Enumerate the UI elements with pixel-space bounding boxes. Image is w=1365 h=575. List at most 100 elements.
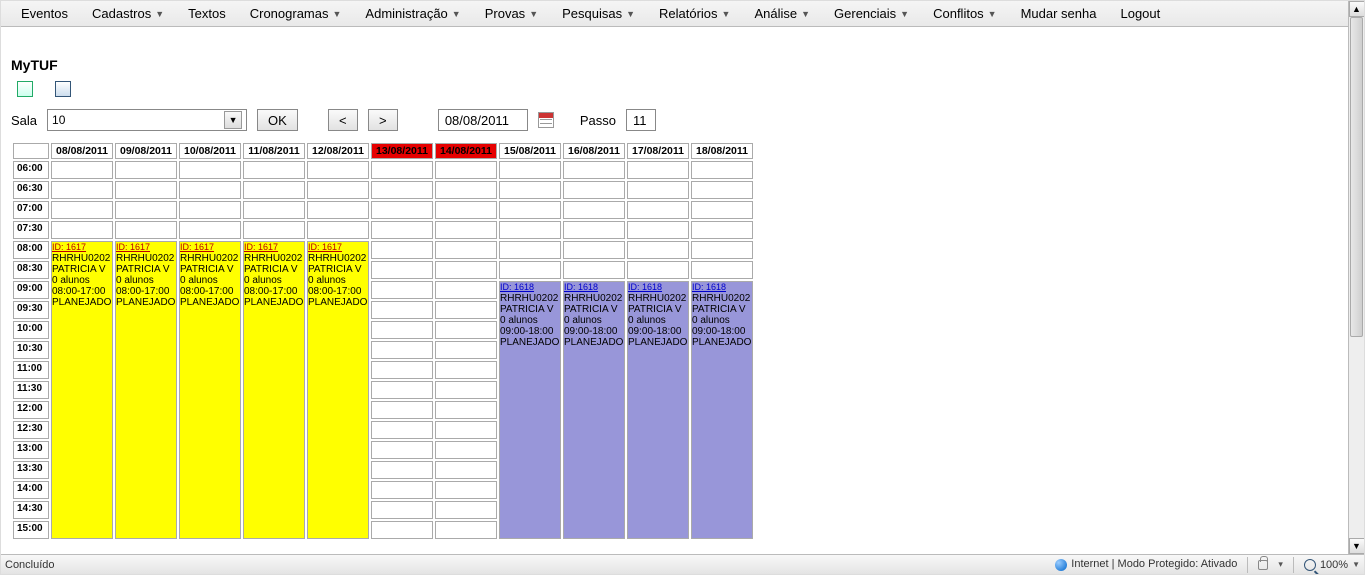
date-header[interactable]: 13/08/2011 <box>371 143 433 159</box>
empty-slot[interactable] <box>371 361 433 379</box>
date-header[interactable]: 08/08/2011 <box>51 143 113 159</box>
date-header[interactable]: 15/08/2011 <box>499 143 561 159</box>
menu-relatórios[interactable]: Relatórios ▼ <box>649 3 740 24</box>
empty-slot[interactable] <box>563 221 625 239</box>
event-id-link[interactable]: ID: 1617 <box>308 242 342 252</box>
empty-slot[interactable] <box>371 341 433 359</box>
empty-slot[interactable] <box>435 441 497 459</box>
empty-slot[interactable] <box>435 161 497 179</box>
empty-slot[interactable] <box>499 261 561 279</box>
chevron-down-icon[interactable]: ▼ <box>1352 560 1360 569</box>
empty-slot[interactable] <box>243 181 305 199</box>
event-block[interactable]: ID: 1617RHRHU0202PATRICIA V0 alunos08:00… <box>179 241 241 539</box>
empty-slot[interactable] <box>627 221 689 239</box>
empty-slot[interactable] <box>115 201 177 219</box>
empty-slot[interactable] <box>563 161 625 179</box>
empty-slot[interactable] <box>563 181 625 199</box>
empty-slot[interactable] <box>435 361 497 379</box>
empty-slot[interactable] <box>435 241 497 259</box>
empty-slot[interactable] <box>179 161 241 179</box>
empty-slot[interactable] <box>371 221 433 239</box>
empty-slot[interactable] <box>371 301 433 319</box>
empty-slot[interactable] <box>435 401 497 419</box>
empty-slot[interactable] <box>51 161 113 179</box>
menu-eventos[interactable]: Eventos <box>11 3 78 24</box>
empty-slot[interactable] <box>371 481 433 499</box>
empty-slot[interactable] <box>179 201 241 219</box>
menu-administração[interactable]: Administração ▼ <box>355 3 470 24</box>
empty-slot[interactable] <box>563 201 625 219</box>
empty-slot[interactable] <box>51 201 113 219</box>
menu-análise[interactable]: Análise ▼ <box>744 3 820 24</box>
prev-button[interactable]: < <box>328 109 358 131</box>
empty-slot[interactable] <box>435 281 497 299</box>
chevron-down-icon[interactable]: ▼ <box>224 111 242 129</box>
empty-slot[interactable] <box>243 201 305 219</box>
empty-slot[interactable] <box>691 201 753 219</box>
event-id-link[interactable]: ID: 1617 <box>52 242 86 252</box>
excel-icon[interactable] <box>17 81 33 97</box>
menu-provas[interactable]: Provas ▼ <box>475 3 548 24</box>
calendar-icon[interactable] <box>538 112 554 128</box>
event-block[interactable]: ID: 1618RHRHU0202PATRICIA V0 alunos09:00… <box>627 281 689 539</box>
date-header[interactable]: 10/08/2011 <box>179 143 241 159</box>
event-block[interactable]: ID: 1618RHRHU0202PATRICIA V0 alunos09:00… <box>691 281 753 539</box>
empty-slot[interactable] <box>115 181 177 199</box>
empty-slot[interactable] <box>51 181 113 199</box>
vertical-scrollbar[interactable]: ▲ ▼ <box>1348 1 1364 554</box>
menu-cadastros[interactable]: Cadastros ▼ <box>82 3 174 24</box>
empty-slot[interactable] <box>307 221 369 239</box>
event-id-link[interactable]: ID: 1618 <box>500 282 534 292</box>
event-block[interactable]: ID: 1617RHRHU0202PATRICIA V0 alunos08:00… <box>243 241 305 539</box>
empty-slot[interactable] <box>627 181 689 199</box>
empty-slot[interactable] <box>691 221 753 239</box>
empty-slot[interactable] <box>307 201 369 219</box>
empty-slot[interactable] <box>499 161 561 179</box>
menu-mudar-senha[interactable]: Mudar senha <box>1011 3 1107 24</box>
event-id-link[interactable]: ID: 1618 <box>564 282 598 292</box>
empty-slot[interactable] <box>499 181 561 199</box>
menu-gerenciais[interactable]: Gerenciais ▼ <box>824 3 919 24</box>
empty-slot[interactable] <box>435 261 497 279</box>
date-input[interactable]: 08/08/2011 <box>438 109 528 131</box>
event-id-link[interactable]: ID: 1617 <box>116 242 150 252</box>
empty-slot[interactable] <box>371 521 433 539</box>
event-block[interactable]: ID: 1617RHRHU0202PATRICIA V0 alunos08:00… <box>51 241 113 539</box>
scroll-down-icon[interactable]: ▼ <box>1349 538 1365 554</box>
empty-slot[interactable] <box>435 181 497 199</box>
empty-slot[interactable] <box>115 221 177 239</box>
date-header[interactable]: 16/08/2011 <box>563 143 625 159</box>
empty-slot[interactable] <box>627 241 689 259</box>
empty-slot[interactable] <box>179 221 241 239</box>
word-icon[interactable] <box>55 81 71 97</box>
empty-slot[interactable] <box>371 321 433 339</box>
event-id-link[interactable]: ID: 1617 <box>180 242 214 252</box>
empty-slot[interactable] <box>627 201 689 219</box>
empty-slot[interactable] <box>435 321 497 339</box>
menu-conflitos[interactable]: Conflitos ▼ <box>923 3 1007 24</box>
event-block[interactable]: ID: 1618RHRHU0202PATRICIA V0 alunos09:00… <box>499 281 561 539</box>
menu-pesquisas[interactable]: Pesquisas ▼ <box>552 3 645 24</box>
scroll-up-icon[interactable]: ▲ <box>1349 1 1365 17</box>
empty-slot[interactable] <box>51 221 113 239</box>
empty-slot[interactable] <box>115 161 177 179</box>
empty-slot[interactable] <box>435 201 497 219</box>
empty-slot[interactable] <box>371 421 433 439</box>
date-header[interactable]: 12/08/2011 <box>307 143 369 159</box>
empty-slot[interactable] <box>371 181 433 199</box>
menu-cronogramas[interactable]: Cronogramas ▼ <box>240 3 352 24</box>
passo-input[interactable]: 11 <box>626 109 656 131</box>
empty-slot[interactable] <box>691 241 753 259</box>
empty-slot[interactable] <box>499 201 561 219</box>
empty-slot[interactable] <box>499 221 561 239</box>
empty-slot[interactable] <box>627 161 689 179</box>
menu-logout[interactable]: Logout <box>1110 3 1170 24</box>
empty-slot[interactable] <box>371 281 433 299</box>
date-header[interactable]: 18/08/2011 <box>691 143 753 159</box>
empty-slot[interactable] <box>435 521 497 539</box>
empty-slot[interactable] <box>691 161 753 179</box>
event-block[interactable]: ID: 1617RHRHU0202PATRICIA V0 alunos08:00… <box>307 241 369 539</box>
empty-slot[interactable] <box>307 161 369 179</box>
empty-slot[interactable] <box>627 261 689 279</box>
empty-slot[interactable] <box>435 501 497 519</box>
